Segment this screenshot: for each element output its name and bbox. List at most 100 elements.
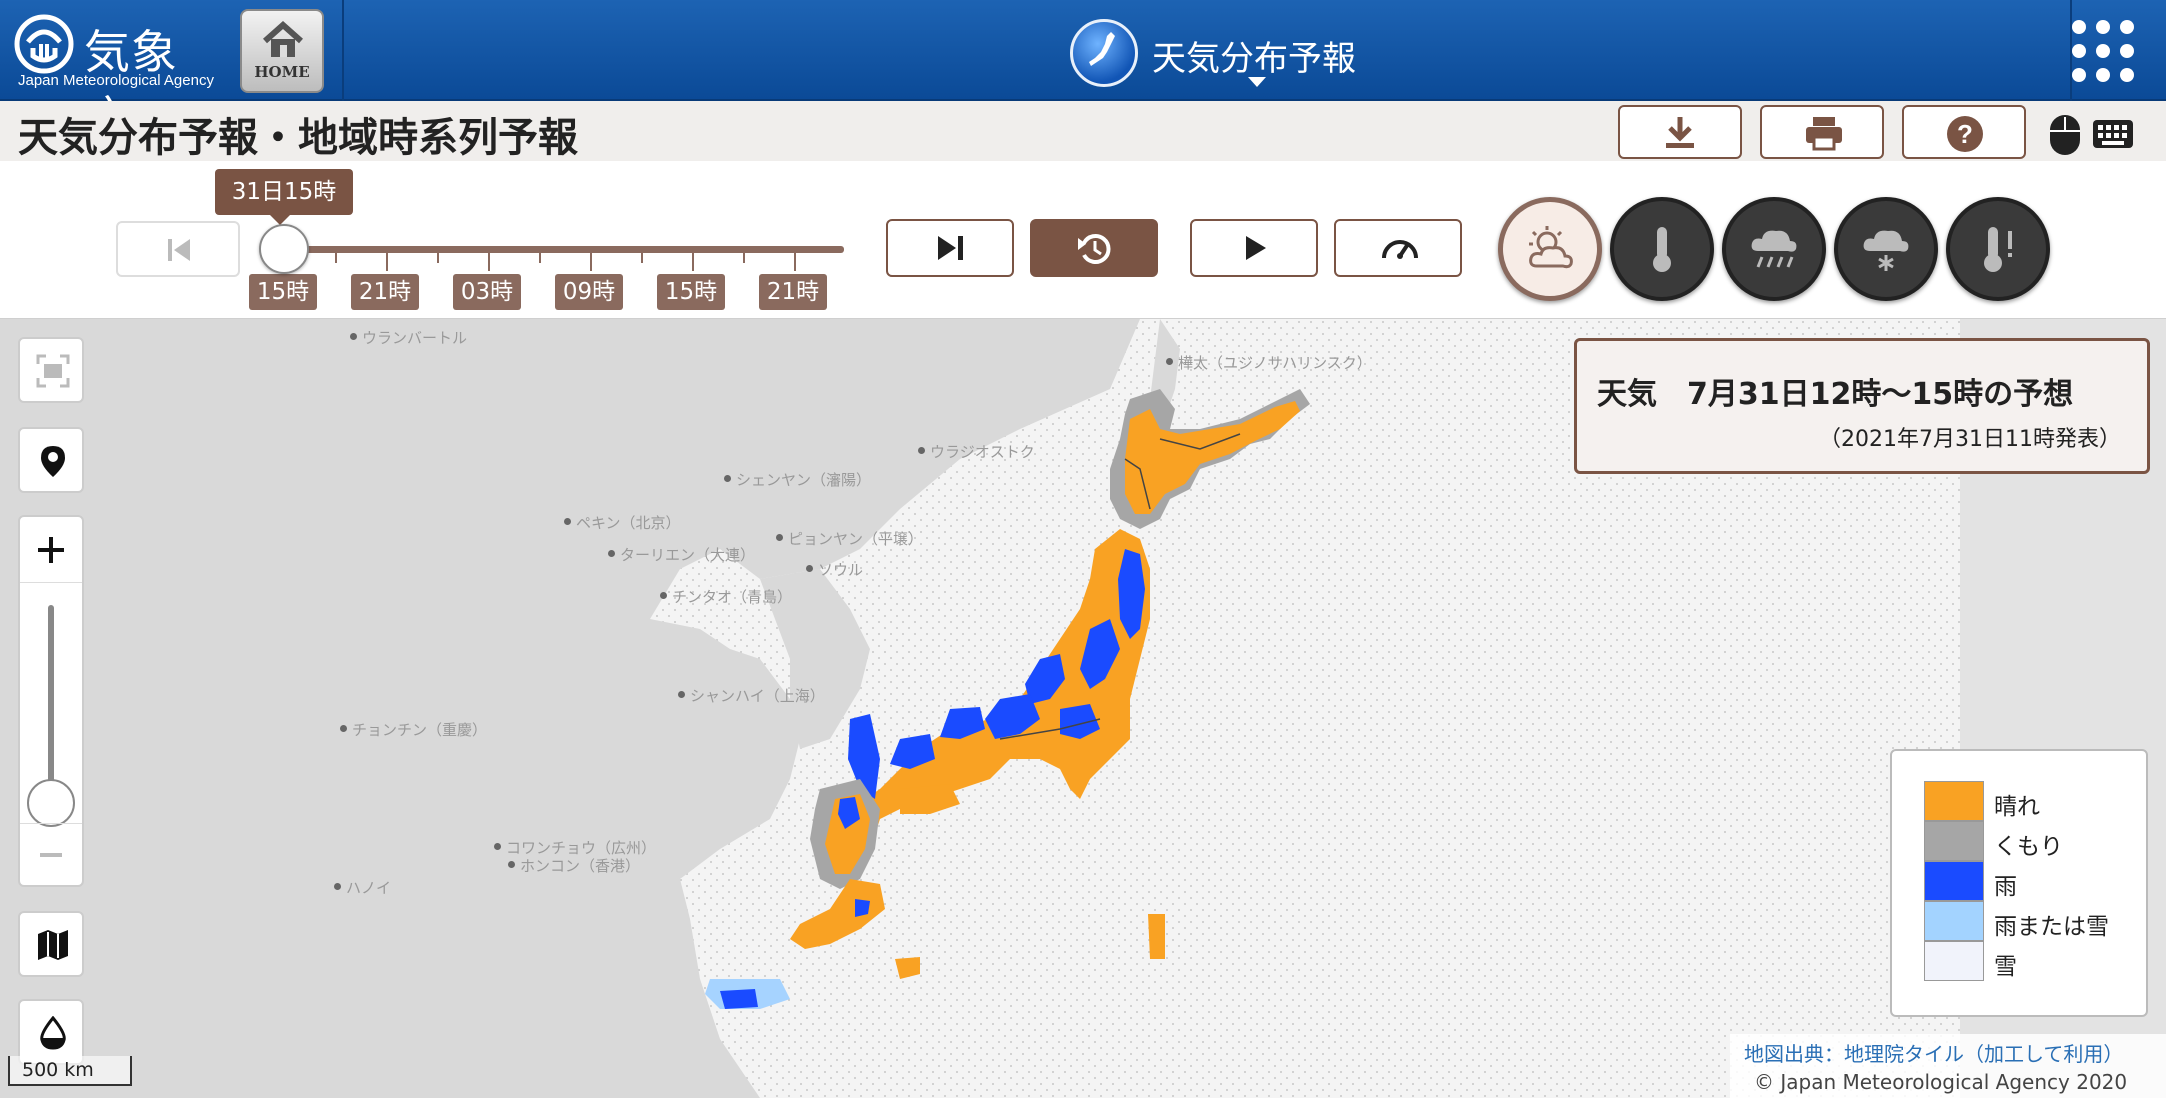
agency-sub: Japan Meteorological Agency: [18, 72, 214, 89]
header-divider: [342, 0, 344, 101]
forecast-title: 天気 7月31日12時～15時の予想: [1597, 377, 2074, 412]
print-button[interactable]: [1760, 105, 1884, 159]
weather-map[interactable]: ウランバートル 樺太（ユジノサハリンスク） ウラジオストク シェンヤン（瀋陽） ペキン（…: [0, 319, 2166, 1098]
download-button[interactable]: [1618, 105, 1742, 159]
timeline-tick-label[interactable]: 03時: [453, 274, 521, 310]
timeline-minor-tick: [437, 253, 439, 263]
place-label: ウランバートル: [349, 329, 468, 347]
weather-icon: [1529, 226, 1573, 269]
timeline-minor-tick: [641, 253, 643, 263]
legend-swatch: [1924, 821, 1984, 861]
map-icon: [38, 930, 68, 960]
print-icon: [1806, 117, 1842, 151]
place-label: シェンヤン（瀋陽）: [723, 471, 872, 489]
forecast-info-box: 天気 7月31日12時～15時の予想 （2021年7月31日11時発表）: [1574, 338, 2150, 474]
zoom-in-button[interactable]: [20, 517, 82, 583]
jma-logo-icon: [14, 14, 74, 74]
timeline-tick-label[interactable]: 15時: [657, 274, 725, 310]
place-label: ペキン（北京）: [564, 514, 681, 532]
home-button[interactable]: HOME: [240, 9, 324, 93]
current-time-label: 31日15時: [215, 169, 353, 225]
home-label: HOME: [254, 63, 310, 81]
timeline-tick: [590, 253, 592, 271]
timeline-tick: [386, 253, 388, 271]
snowfall-mode-button[interactable]: [1834, 197, 1938, 301]
attribution: 地図出典：地理院タイル（加工して利用） © Japan Meteorologic…: [1730, 1034, 2166, 1098]
legend-swatch: [1924, 861, 1984, 901]
place-label: ハノイ: [333, 879, 392, 897]
place-label: ウラジオストク: [918, 443, 1035, 461]
speed-button[interactable]: [1334, 219, 1462, 277]
temperature-mode-button[interactable]: [1610, 197, 1714, 301]
title-bar: 天気分布予報・地域時系列予報 ?: [0, 101, 2166, 161]
timeline-tick-label[interactable]: 15時: [249, 274, 317, 310]
place-label: ピョンヤン（平壌）: [775, 530, 924, 548]
weather-mode-button[interactable]: [1498, 197, 1602, 301]
minus-icon: [40, 853, 62, 857]
help-icon: ?: [1947, 116, 1983, 152]
help-button[interactable]: ?: [1902, 105, 2026, 159]
zoom-out-button[interactable]: [20, 823, 82, 885]
latest-time-button[interactable]: [1030, 219, 1158, 277]
skip-to-start-icon: [168, 239, 190, 261]
jma-logo[interactable]: 気象庁 Japan Meteorological Agency: [14, 12, 224, 145]
copyright: © Japan Meteorological Agency 2020: [1754, 1070, 2128, 1094]
legend-label: 雪: [1994, 954, 2017, 980]
play-icon: [1246, 236, 1266, 260]
location-pin-icon: [41, 446, 65, 477]
timeline-minor-tick: [539, 253, 541, 263]
legend-label: 雨: [1994, 874, 2017, 900]
zoom-control: [18, 515, 84, 887]
plus-icon: [38, 537, 64, 563]
legend-swatch: [1924, 901, 1984, 941]
keyboard-icon: [2093, 120, 2133, 148]
page-title: 天気分布予報・地域時系列予報: [18, 115, 578, 161]
download-icon: [1666, 117, 1694, 148]
timeline-tick-label[interactable]: 21時: [759, 274, 827, 310]
house-icon: [263, 21, 303, 57]
timeline-tick-label[interactable]: 09時: [555, 274, 623, 310]
time-slider-track[interactable]: [282, 246, 844, 253]
place-label: ホンコン（香港）: [507, 857, 641, 875]
speedometer-icon: [1382, 240, 1418, 259]
legend-swatch: [1924, 941, 1984, 981]
legend-label: くもり: [1994, 834, 2063, 860]
chevron-down-icon: [1248, 77, 1266, 87]
precipitation-mode-button[interactable]: [1722, 197, 1826, 301]
place-label: チョンチン（重慶）: [339, 721, 488, 739]
mouse-icon: [2050, 115, 2080, 155]
next-frame-button[interactable]: [886, 219, 1014, 277]
timeline-tick: [692, 253, 694, 271]
first-frame-button[interactable]: [116, 221, 240, 277]
forecast-issued: （2021年7月31日11時発表）: [1819, 427, 2121, 452]
clock-reset-icon: [1078, 234, 1111, 264]
timeline-minor-tick: [743, 253, 745, 263]
map-source-link[interactable]: 地図出典：地理院タイル（加工して利用）: [1744, 1038, 2123, 1067]
svg-text:?: ?: [1957, 119, 1973, 149]
zoom-slider-track[interactable]: [48, 605, 54, 805]
legend-label: 晴れ: [1994, 794, 2040, 820]
fullscreen-button[interactable]: [18, 337, 84, 403]
drop-icon: [40, 1016, 66, 1050]
timeline-tick: [794, 253, 796, 271]
zoom-slider-handle[interactable]: [27, 779, 75, 827]
timeline-tick-label[interactable]: 21時: [351, 274, 419, 310]
ryukyu-3-rain: [720, 989, 758, 1009]
grid-menu-icon[interactable]: [2072, 20, 2136, 84]
locate-button[interactable]: [18, 427, 84, 493]
map-layer-button[interactable]: [18, 911, 84, 977]
max-temperature-icon: [1984, 227, 2012, 272]
top-header: 気象庁 Japan Meteorological Agency HOME 天気分…: [0, 0, 2166, 145]
ogasawara: [1148, 914, 1165, 959]
timeline-tick: [488, 253, 490, 271]
max-temperature-mode-button[interactable]: [1946, 197, 2050, 301]
temperature-icon: [1653, 227, 1671, 272]
place-label: ソウル: [805, 561, 864, 579]
scale-bar: 500 km: [8, 1056, 132, 1086]
play-button[interactable]: [1190, 219, 1318, 277]
legend: 晴れくもり雨雨または雪雪: [1890, 749, 2148, 1017]
skip-next-icon: [938, 236, 963, 260]
legend-label: 雨または雪: [1994, 914, 2109, 940]
timeline-minor-tick: [335, 253, 337, 263]
time-slider-handle[interactable]: [259, 224, 309, 274]
